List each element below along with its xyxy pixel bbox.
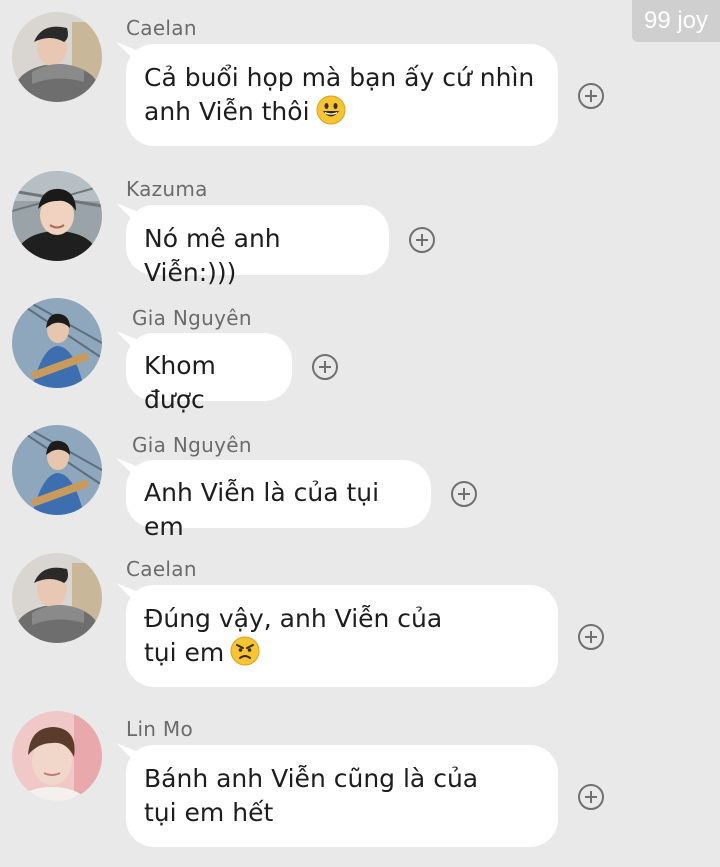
avatar[interactable]: [12, 171, 102, 261]
message-text: Anh Viễn là của tụi em: [144, 478, 380, 541]
message-bubble[interactable]: Đúng vậy, anh Viễn của tụi em: [126, 585, 558, 687]
message-item: Caelan Đúng vậy, anh Viễn của tụi em: [0, 550, 720, 700]
avatar[interactable]: [12, 711, 102, 801]
avatar[interactable]: [12, 12, 102, 102]
sender-name: Kazuma: [126, 177, 208, 201]
message-text: Khom được: [144, 351, 216, 414]
grinning-face-icon: [316, 95, 346, 125]
sender-name: Gia Nguyên: [132, 306, 252, 330]
avatar-image: [12, 298, 102, 388]
add-reaction-icon[interactable]: [578, 624, 604, 650]
sender-name: Lin Mo: [126, 717, 194, 741]
message-bubble[interactable]: Anh Viễn là của tụi em: [126, 460, 431, 541]
message-text: Đúng vậy, anh Viễn của tụi em: [144, 604, 443, 667]
message-bubble[interactable]: Cả buổi họp mà bạn ấy cứ nhìn anh Viễn t…: [126, 44, 558, 146]
message-item: Kazuma Nó mê anh Viễn:))): [0, 160, 720, 290]
add-reaction-icon[interactable]: [451, 481, 477, 507]
avatar[interactable]: [12, 298, 102, 388]
message-item: Gia Nguyên Khom được: [0, 290, 720, 420]
message-item: Lin Mo Bánh anh Viễn cũng là của tụi em …: [0, 700, 720, 867]
message-bubble[interactable]: Nó mê anh Viễn:))): [126, 205, 389, 287]
avatar-image: [12, 553, 102, 643]
avatar-image: [12, 171, 102, 261]
add-reaction-icon[interactable]: [578, 784, 604, 810]
add-reaction-icon[interactable]: [578, 83, 604, 109]
avatar-image: [12, 12, 102, 102]
message-text: Bánh anh Viễn cũng là của tụi em hết: [144, 764, 479, 827]
sender-name: Gia Nguyên: [132, 433, 252, 457]
add-reaction-icon[interactable]: [409, 227, 435, 253]
sender-name: Caelan: [126, 16, 197, 40]
sender-name: Caelan: [126, 557, 197, 581]
message-bubble[interactable]: Khom được: [126, 333, 292, 414]
avatar[interactable]: [12, 425, 102, 515]
avatar-image: [12, 425, 102, 515]
message-bubble[interactable]: Bánh anh Viễn cũng là của tụi em hết: [126, 745, 558, 847]
message-text: Nó mê anh Viễn:))): [144, 224, 281, 287]
add-reaction-icon[interactable]: [312, 354, 338, 380]
avatar[interactable]: [12, 553, 102, 643]
message-item: Caelan Cả buổi họp mà bạn ấy cứ nhìn anh…: [0, 0, 720, 160]
message-item: Gia Nguyên Anh Viễn là của tụi em: [0, 420, 720, 550]
avatar-image: [12, 711, 102, 801]
angry-face-icon: [230, 636, 260, 666]
